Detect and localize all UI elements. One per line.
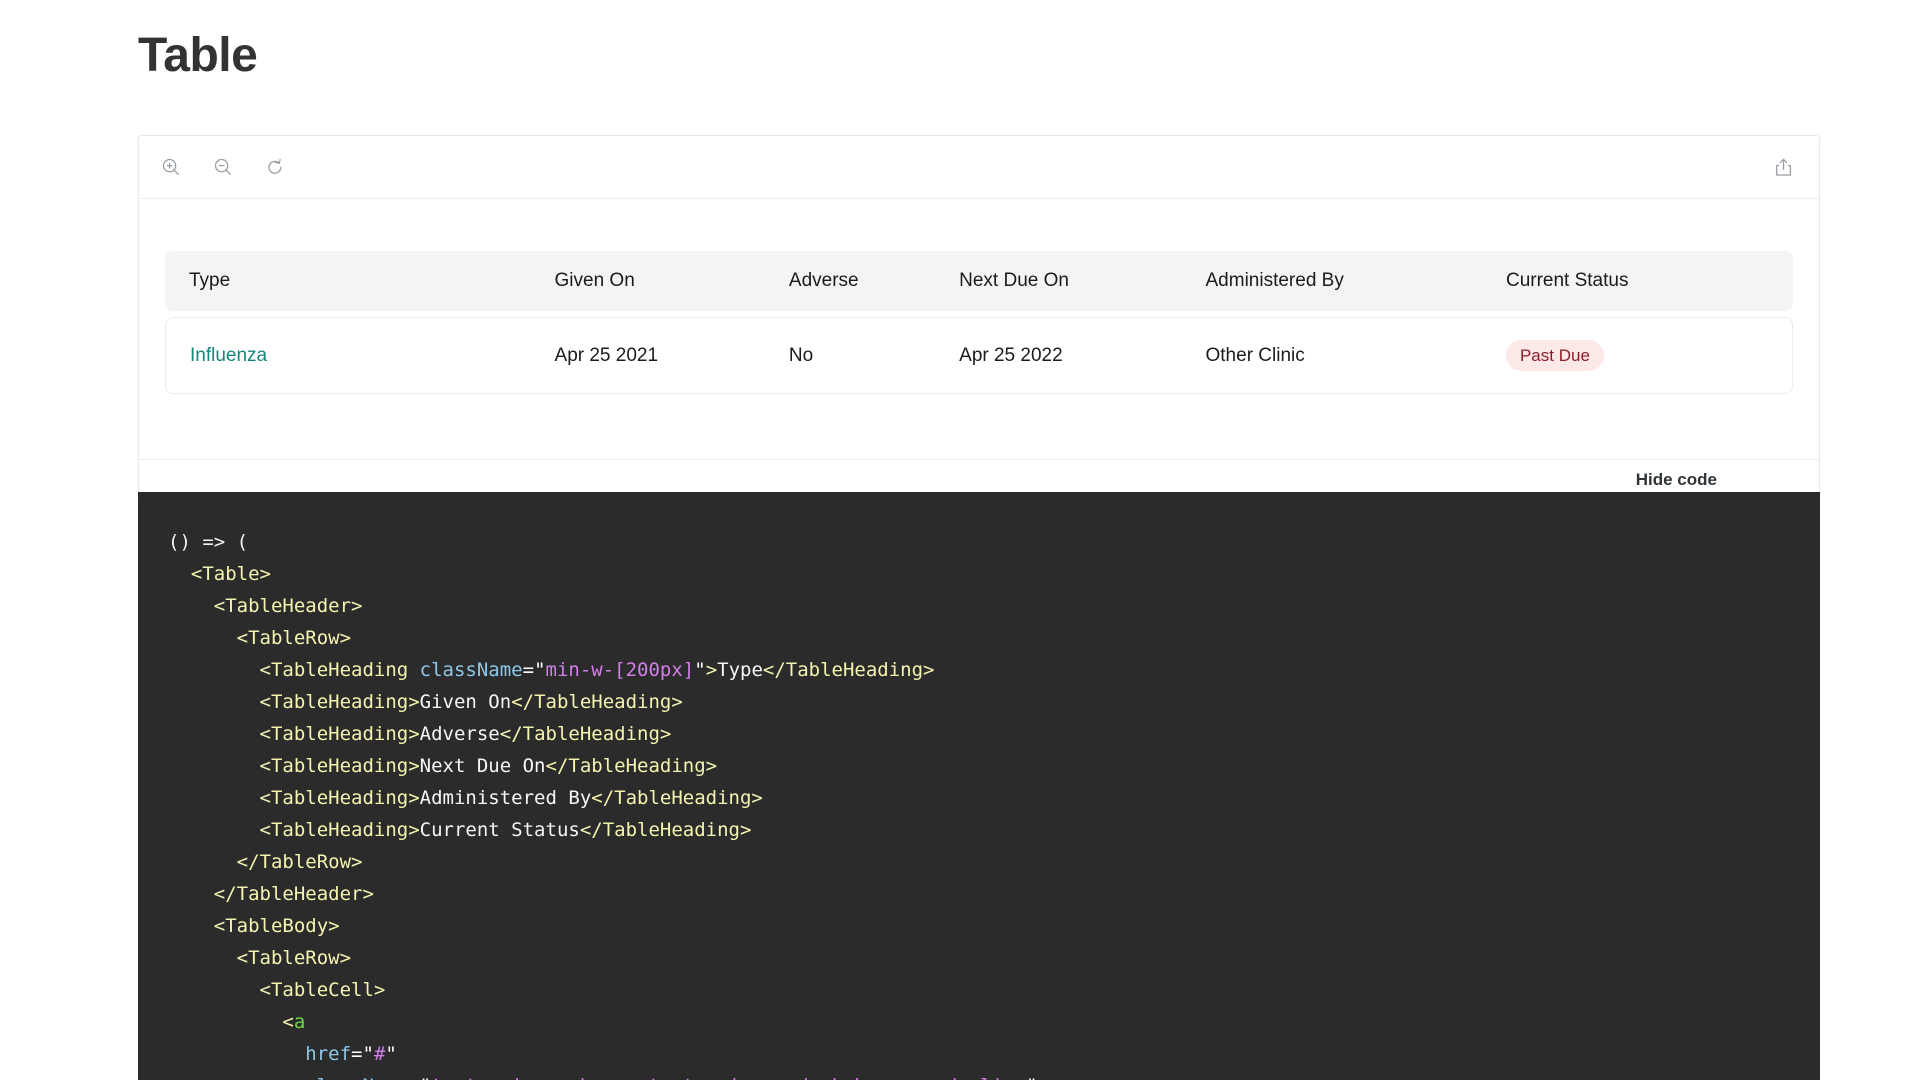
story-panel: Type Given On Adverse Next Due On Admini… <box>138 135 1820 504</box>
table-header-row: Type Given On Adverse Next Due On Admini… <box>165 251 1793 311</box>
cell-current-status: Past Due <box>1495 317 1793 394</box>
cell-adverse: No <box>778 317 950 394</box>
table-row: Influenza Apr 25 2021 No Apr 25 2022 Oth… <box>165 317 1793 394</box>
cell-given-on: Apr 25 2021 <box>544 317 779 394</box>
column-header-given-on: Given On <box>544 251 779 311</box>
zoom-in-icon[interactable] <box>159 155 183 179</box>
status-badge: Past Due <box>1505 340 1604 371</box>
column-header-current-status: Current Status <box>1495 251 1793 311</box>
cell-type: Influenza <box>165 317 545 394</box>
column-header-adverse: Adverse <box>778 251 950 311</box>
toolbar-right-group <box>1771 155 1795 179</box>
share-icon[interactable] <box>1771 155 1795 179</box>
story-preview: Type Given On Adverse Next Due On Admini… <box>139 199 1819 459</box>
toolbar-left-group <box>159 155 287 179</box>
column-header-type: Type <box>165 251 545 311</box>
code-block: () => ( <Table> <TableHeader> <TableRow>… <box>138 492 1820 1080</box>
preview-toolbar <box>139 136 1819 199</box>
page-root: Table Type Given On Adverse Next Due On … <box>0 0 1920 1080</box>
column-header-next-due-on: Next Due On <box>949 251 1196 311</box>
code-source[interactable]: () => ( <Table> <TableHeader> <TableRow>… <box>138 526 1820 1080</box>
zoom-out-icon[interactable] <box>211 155 235 179</box>
table-body: Influenza Apr 25 2021 No Apr 25 2022 Oth… <box>165 317 1793 394</box>
table-header: Type Given On Adverse Next Due On Admini… <box>165 251 1793 311</box>
cell-administered-by: Other Clinic <box>1195 317 1496 394</box>
reset-zoom-icon[interactable] <box>263 155 287 179</box>
vaccination-table: Type Given On Adverse Next Due On Admini… <box>165 245 1793 400</box>
page-title: Table <box>138 29 258 82</box>
column-header-administered-by: Administered By <box>1195 251 1496 311</box>
vaccine-type-link[interactable]: Influenza <box>190 345 267 366</box>
cell-next-due-on: Apr 25 2022 <box>949 317 1196 394</box>
